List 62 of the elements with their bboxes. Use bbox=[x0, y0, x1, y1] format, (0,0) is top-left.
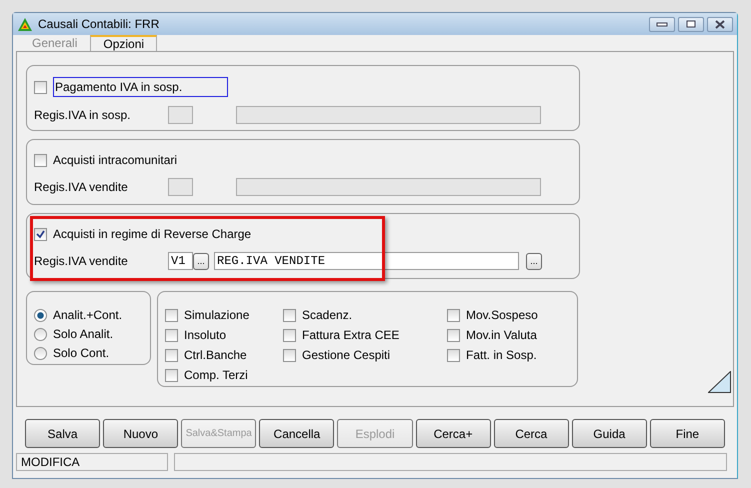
checkbox[interactable] bbox=[447, 308, 460, 322]
browse-button[interactable]: ... bbox=[193, 252, 209, 270]
checkbox[interactable] bbox=[283, 328, 296, 342]
checkbox[interactable] bbox=[165, 308, 178, 322]
action-button[interactable]: Cancella bbox=[259, 419, 334, 448]
checkbox-label: Insoluto bbox=[184, 327, 226, 344]
checkbox[interactable] bbox=[34, 228, 47, 240]
minimize-button[interactable] bbox=[649, 16, 675, 32]
checkbox-label: Acquisti in regime di Reverse Charge bbox=[53, 226, 252, 243]
description-field[interactable] bbox=[236, 106, 541, 124]
checkbox-label: Scadenz. bbox=[302, 307, 352, 324]
minimize-icon bbox=[656, 22, 668, 26]
checkbox[interactable] bbox=[165, 368, 178, 382]
checkbox-label: Simulazione bbox=[184, 307, 250, 324]
checkbox-label: Ctrl.Banche bbox=[184, 347, 247, 364]
action-button[interactable]: Salva bbox=[25, 419, 100, 448]
description-field[interactable]: REG.IVA VENDITE bbox=[214, 252, 519, 270]
checkbox[interactable] bbox=[34, 80, 47, 94]
checkbox[interactable] bbox=[447, 348, 460, 362]
action-button[interactable]: Fine bbox=[650, 419, 725, 448]
action-button[interactable]: Nuovo bbox=[103, 419, 178, 448]
checkbox[interactable] bbox=[283, 348, 296, 362]
checkbox-label: Gestione Cespiti bbox=[302, 347, 390, 364]
action-button[interactable]: Cerca bbox=[494, 419, 569, 448]
radio-label: Analit.+Cont. bbox=[53, 307, 122, 324]
radio-button[interactable] bbox=[34, 346, 47, 360]
tab[interactable]: Opzioni bbox=[90, 35, 158, 51]
checkbox[interactable] bbox=[283, 308, 296, 322]
status-mode: MODIFICA bbox=[16, 453, 168, 471]
checkbox-label: Fatt. in Sosp. bbox=[466, 347, 537, 364]
checkbox-label: Comp. Terzi bbox=[184, 367, 248, 384]
field-label: Regis.IVA vendite bbox=[34, 179, 129, 196]
app-logo-icon bbox=[17, 16, 33, 32]
checkbox-label: Pagamento IVA in sosp. bbox=[53, 77, 228, 97]
window-title: Causali Contabili: FRR bbox=[38, 16, 160, 33]
radio-label: Solo Cont. bbox=[53, 345, 110, 362]
checkbox[interactable] bbox=[165, 348, 178, 362]
code-field[interactable] bbox=[168, 106, 193, 124]
checkmark-icon bbox=[36, 230, 45, 238]
maximize-button[interactable] bbox=[678, 16, 704, 32]
checkbox-label: Fattura Extra CEE bbox=[302, 327, 400, 344]
code-field[interactable]: V1 bbox=[168, 252, 193, 270]
close-icon bbox=[715, 20, 725, 28]
action-button[interactable]: Cerca+ bbox=[416, 419, 491, 448]
field-label: Regis.IVA vendite bbox=[34, 253, 129, 270]
resize-corner-icon bbox=[708, 371, 731, 393]
maximize-icon bbox=[686, 20, 696, 28]
radio-button[interactable] bbox=[34, 328, 47, 340]
description-field[interactable] bbox=[236, 178, 541, 196]
action-button[interactable]: Guida bbox=[572, 419, 647, 448]
checkbox[interactable] bbox=[447, 328, 460, 342]
close-button[interactable] bbox=[707, 16, 733, 32]
checkbox-label: Mov.in Valuta bbox=[466, 327, 537, 344]
browse-button[interactable]: ... bbox=[526, 252, 542, 270]
radio-label: Solo Analit. bbox=[53, 326, 114, 343]
checkbox-label: Acquisti intracomunitari bbox=[53, 152, 178, 169]
checkbox[interactable] bbox=[165, 328, 178, 342]
code-field[interactable] bbox=[168, 178, 193, 196]
checkbox[interactable] bbox=[34, 154, 47, 166]
field-label: Regis.IVA in sosp. bbox=[34, 107, 132, 124]
radio-button[interactable] bbox=[34, 308, 47, 322]
checkbox-label: Mov.Sospeso bbox=[466, 307, 538, 324]
